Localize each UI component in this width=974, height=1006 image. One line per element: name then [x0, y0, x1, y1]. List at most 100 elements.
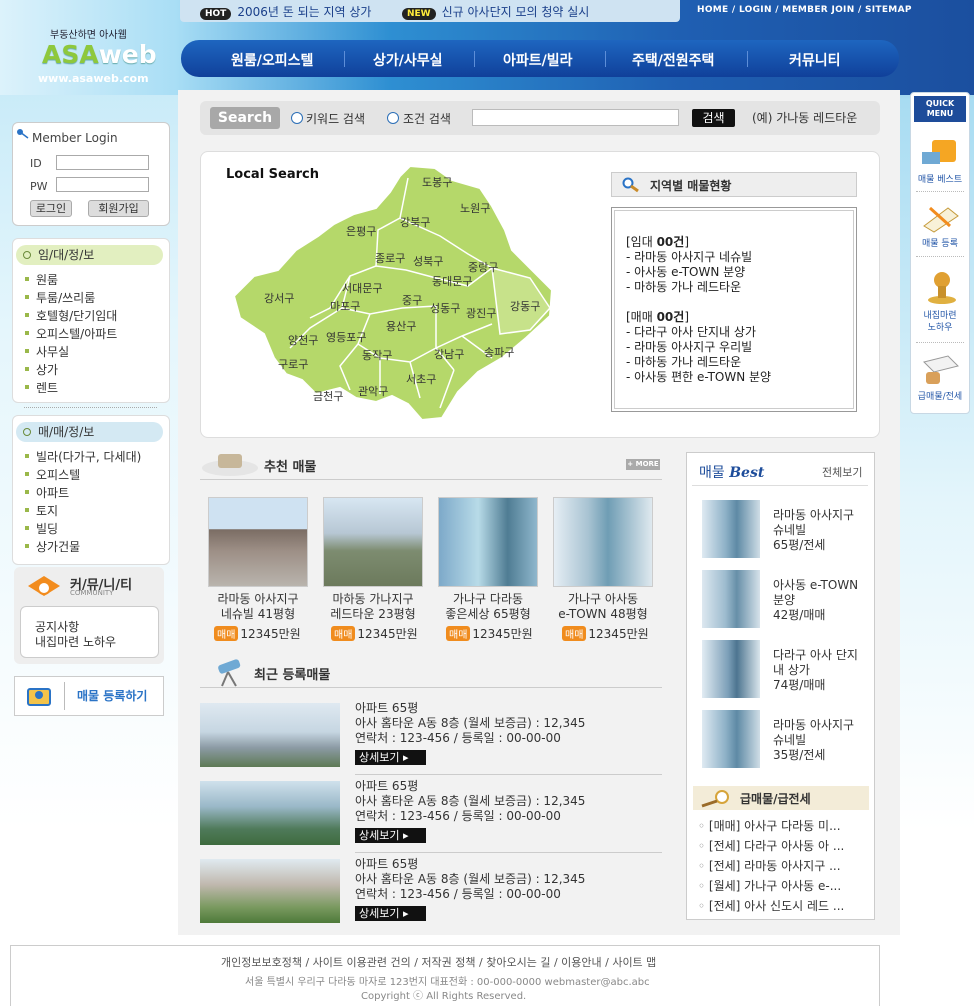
quick-register[interactable]: 매물 등록 [910, 238, 970, 250]
district-label[interactable]: 중랑구 [468, 259, 498, 275]
condition-search-radio[interactable] [387, 112, 399, 124]
detail-button[interactable]: 상세보기 ▸ [355, 906, 426, 921]
recommend-caption[interactable]: 가나구 다라동 좋은세상 65평형 [430, 592, 546, 622]
login-button[interactable]: 로그인 [30, 200, 72, 217]
footer-links[interactable]: 개인정보보호정책 / 사이트 이용관련 건의 / 저작권 정책 / 찾아오시는 … [221, 954, 656, 970]
recent-info[interactable]: 아파트 65평 아사 홈타운 A동 8층 (월세 보증금) : 12,345 연락처… [355, 701, 585, 746]
logo[interactable]: ASAweb [42, 40, 157, 69]
district-label[interactable]: 동작구 [362, 347, 392, 363]
quick-knowhow[interactable]: 내집마련 노하우 [910, 310, 970, 334]
top-links[interactable]: HOME / LOGIN / MEMBER JOIN / SITEMAP [697, 5, 912, 15]
hot-news-link[interactable]: HOT 2006년 돈 되는 지역 상가 [200, 3, 371, 20]
best-view-all[interactable]: 전체보기 [822, 464, 862, 480]
urgent-item[interactable]: [전세] 다라구 아사동 아 ... [698, 837, 844, 854]
best-photo[interactable] [702, 500, 760, 558]
keyword-search-radio[interactable] [291, 112, 303, 124]
menu-item[interactable]: 렌트 [24, 379, 58, 396]
menu-item[interactable]: 사무실 [24, 343, 69, 360]
best-info[interactable]: 아사동 e-TOWN 분양 42평/매매 [773, 578, 858, 623]
recommend-photo[interactable] [438, 497, 538, 587]
menu-item[interactable]: 빌딩 [24, 520, 58, 537]
best-photo[interactable] [702, 710, 760, 768]
recommend-caption[interactable]: 마하동 가나지구 레드타운 23평형 [315, 592, 431, 622]
recent-info[interactable]: 아파트 65평 아사 홈타운 A동 8층 (월세 보증금) : 12,345 연락처… [355, 857, 585, 902]
join-button[interactable]: 회원가입 [88, 200, 149, 217]
sale-info-heading[interactable]: 매/매/정/보 [16, 422, 163, 442]
password-input[interactable] [56, 177, 149, 192]
sale-list-item[interactable]: - 아사동 편한 e-TOWN 분양 [626, 368, 771, 385]
recommend-photo[interactable] [553, 497, 653, 587]
detail-button[interactable]: 상세보기 ▸ [355, 828, 426, 843]
recommend-more-button[interactable]: + MORE [626, 459, 660, 470]
district-label[interactable]: 마포구 [330, 298, 360, 314]
best-info[interactable]: 라마동 아사지구 슈네빌 35평/전세 [773, 718, 854, 763]
menu-item[interactable]: 상가 [24, 361, 58, 378]
menu-item[interactable]: 상가건물 [24, 538, 80, 555]
district-label[interactable]: 양천구 [288, 332, 318, 348]
menu-item[interactable]: 토지 [24, 502, 58, 519]
urgent-item[interactable]: [전세] 라마동 아사지구 ... [698, 857, 841, 874]
menu-item[interactable]: 투룸/쓰리룸 [24, 289, 95, 306]
search-input[interactable] [472, 109, 679, 126]
nav-separator [747, 51, 748, 67]
district-label[interactable]: 서대문구 [342, 280, 382, 296]
id-input[interactable] [56, 155, 149, 170]
urgent-item[interactable]: [매매] 아사구 다라동 미... [698, 817, 841, 834]
quick-best[interactable]: 매물 베스트 [910, 174, 970, 186]
district-label[interactable]: 용산구 [386, 318, 416, 334]
search-button[interactable]: 검색 [692, 109, 735, 127]
district-label[interactable]: 강동구 [510, 298, 540, 314]
district-label[interactable]: 도봉구 [422, 174, 452, 190]
district-label[interactable]: 강서구 [264, 290, 294, 306]
district-label[interactable]: 성북구 [413, 253, 443, 269]
district-label[interactable]: 서초구 [406, 371, 436, 387]
district-label[interactable]: 중구 [402, 292, 422, 308]
quick-urgent[interactable]: 급매물/전세 [910, 391, 970, 403]
recent-photo[interactable] [200, 781, 340, 845]
district-label[interactable]: 광진구 [466, 305, 496, 321]
nav-shop-office[interactable]: 상가/사무실 [373, 50, 443, 70]
nav-oneroom[interactable]: 원룸/오피스텔 [231, 50, 313, 70]
home-knowhow-link[interactable]: 내집마련 노하우 [35, 633, 116, 650]
menu-item[interactable]: 빌라(다가구, 다세대) [24, 448, 141, 465]
recommend-photo[interactable] [323, 497, 423, 587]
district-label[interactable]: 종로구 [375, 250, 405, 266]
urgent-item[interactable]: [월세] 가나구 아사동 e-... [698, 877, 841, 894]
recent-photo[interactable] [200, 703, 340, 767]
menu-item[interactable]: 오피스텔 [24, 466, 80, 483]
detail-button[interactable]: 상세보기 ▸ [355, 750, 426, 765]
menu-item[interactable]: 아파트 [24, 484, 69, 501]
best-info[interactable]: 라마동 아사지구 슈네빌 65평/전세 [773, 508, 854, 553]
district-label[interactable]: 강북구 [400, 214, 430, 230]
recent-info[interactable]: 아파트 65평 아사 홈타운 A동 8층 (월세 보증금) : 12,345 연락처… [355, 779, 585, 824]
district-label[interactable]: 구로구 [278, 356, 308, 372]
nav-apartment[interactable]: 아파트/빌라 [503, 50, 573, 70]
urgent-item[interactable]: [전세] 아사 신도시 레드 ... [698, 897, 844, 914]
rent-list-item[interactable]: - 마하동 가나 레드타운 [626, 278, 741, 295]
nav-community[interactable]: 커뮤니티 [789, 50, 841, 70]
best-info[interactable]: 다라구 아사 단지 내 상가 74평/매매 [773, 648, 858, 693]
nav-house[interactable]: 주택/전원주택 [632, 50, 714, 70]
menu-item[interactable]: 원룸 [24, 271, 58, 288]
recommend-caption[interactable]: 가나구 아사동 e-TOWN 48평형 [545, 592, 661, 622]
district-label[interactable]: 송파구 [484, 344, 514, 360]
best-photo[interactable] [702, 640, 760, 698]
quick-knowhow-l1: 내집마련 [923, 311, 957, 321]
rent-info-heading[interactable]: 임/대/정/보 [16, 245, 163, 265]
district-label[interactable]: 영등포구 [326, 329, 366, 345]
recommend-caption[interactable]: 라마동 아사지구 네슈빌 41평형 [200, 592, 316, 622]
district-label[interactable]: 강남구 [434, 346, 464, 362]
district-label[interactable]: 노원구 [460, 200, 490, 216]
district-label[interactable]: 성동구 [430, 300, 460, 316]
district-label[interactable]: 금천구 [313, 388, 343, 404]
district-label[interactable]: 동대문구 [432, 273, 472, 289]
best-photo[interactable] [702, 570, 760, 628]
login-title: Member Login [32, 131, 118, 145]
district-label[interactable]: 관악구 [358, 383, 388, 399]
recommend-photo[interactable] [208, 497, 308, 587]
district-label[interactable]: 은평구 [346, 223, 376, 239]
menu-item[interactable]: 오피스텔/아파트 [24, 325, 117, 342]
new-news-link[interactable]: NEW 신규 아사단지 모의 청약 실시 [402, 3, 589, 20]
menu-item[interactable]: 호텔형/단기임대 [24, 307, 117, 324]
recent-photo[interactable] [200, 859, 340, 923]
